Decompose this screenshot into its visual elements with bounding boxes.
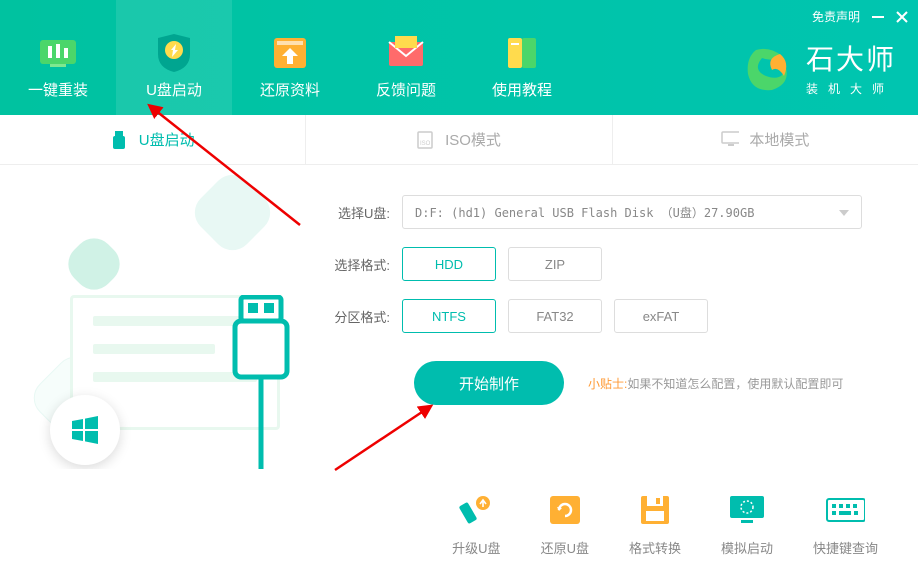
form: 选择U盘: D:F: (hd1) General USB Flash Disk …: [320, 195, 898, 405]
nav-item-restore[interactable]: 还原资料: [232, 0, 348, 115]
foot-label: 快捷键查询: [813, 538, 878, 557]
nav-item-reinstall[interactable]: 一键重装: [0, 0, 116, 115]
nav-item-feedback[interactable]: 反馈问题: [348, 0, 464, 115]
tab-iso[interactable]: ISO ISO模式: [305, 115, 612, 164]
tab-usb-boot[interactable]: U盘启动: [0, 115, 305, 164]
disclaimer-link[interactable]: 免责声明: [812, 8, 860, 25]
foot-restore-usb[interactable]: 还原U盘: [541, 469, 589, 579]
windows-badge-icon: [50, 395, 120, 465]
upload-icon: [266, 35, 314, 71]
tip-label: 小贴士:: [588, 377, 627, 391]
tab-label: ISO模式: [445, 129, 501, 150]
shield-usb-icon: [150, 35, 198, 71]
usb-select-value: D:F: (hd1) General USB Flash Disk （U盘）27…: [415, 204, 754, 221]
foot-format-convert[interactable]: 格式转换: [629, 469, 681, 579]
format-opt-hdd[interactable]: HDD: [402, 247, 496, 281]
foot-label: 格式转换: [629, 538, 681, 557]
restore-icon: [545, 492, 585, 528]
nav-label: 反馈问题: [376, 79, 436, 100]
format-opt-zip[interactable]: ZIP: [508, 247, 602, 281]
usb-upgrade-icon: [456, 492, 496, 528]
partition-label: 分区格式:: [320, 307, 390, 326]
usb-small-icon: [111, 131, 129, 149]
floppy-icon: [635, 492, 675, 528]
nav-label: 还原资料: [260, 79, 320, 100]
illustration: [0, 165, 320, 465]
foot-hotkey[interactable]: 快捷键查询: [813, 469, 878, 579]
content: 选择U盘: D:F: (hd1) General USB Flash Disk …: [0, 165, 918, 469]
usb-select[interactable]: D:F: (hd1) General USB Flash Disk （U盘）27…: [402, 195, 862, 229]
tab-label: 本地模式: [749, 129, 809, 150]
keyboard-icon: [825, 492, 865, 528]
footer: 升级U盘 还原U盘 格式转换 模拟启动 快捷键查询: [0, 469, 918, 579]
header: 免责声明 一键重装 U盘启动 还原资料 反馈问题: [0, 0, 918, 115]
nav: 一键重装 U盘启动 还原资料 反馈问题 使用教程: [0, 0, 580, 115]
brand-logo-icon: [742, 42, 794, 94]
tip-text: 如果不知道怎么配置，使用默认配置即可: [627, 377, 843, 391]
simulate-monitor-icon: [727, 492, 767, 528]
nav-label: U盘启动: [146, 79, 202, 100]
brand-subtitle: 装机大师: [806, 80, 896, 97]
tab-label: U盘启动: [139, 129, 195, 150]
brand: 石大师 装机大师: [742, 38, 896, 97]
svg-text:ISO: ISO: [420, 141, 431, 147]
tabs: U盘启动 ISO ISO模式 本地模式: [0, 115, 918, 165]
nav-item-usb-boot[interactable]: U盘启动: [116, 0, 232, 115]
partition-opt-exfat[interactable]: exFAT: [614, 299, 708, 333]
partition-opt-fat32[interactable]: FAT32: [508, 299, 602, 333]
iso-icon: ISO: [417, 131, 435, 149]
partition-opt-ntfs[interactable]: NTFS: [402, 299, 496, 333]
titlebar: 免责声明: [812, 8, 908, 25]
foot-simulate[interactable]: 模拟启动: [721, 469, 773, 579]
close-icon[interactable]: [896, 11, 908, 23]
usb-select-label: 选择U盘:: [320, 203, 390, 222]
tab-local[interactable]: 本地模式: [613, 115, 918, 164]
nav-label: 使用教程: [492, 79, 552, 100]
foot-label: 模拟启动: [721, 538, 773, 557]
tip: 小贴士:如果不知道怎么配置，使用默认配置即可: [588, 375, 843, 392]
nav-item-tutorial[interactable]: 使用教程: [464, 0, 580, 115]
format-label: 选择格式:: [320, 255, 390, 274]
book-icon: [498, 35, 546, 71]
foot-label: 升级U盘: [452, 538, 500, 557]
minimize-icon[interactable]: [872, 11, 884, 23]
foot-label: 还原U盘: [541, 538, 589, 557]
bar-chart-icon: [34, 35, 82, 71]
brand-title: 石大师: [806, 38, 896, 78]
nav-label: 一键重装: [28, 79, 88, 100]
monitor-icon: [721, 131, 739, 149]
start-button[interactable]: 开始制作: [414, 361, 564, 405]
envelope-icon: [382, 35, 430, 71]
foot-upgrade-usb[interactable]: 升级U盘: [452, 469, 500, 579]
